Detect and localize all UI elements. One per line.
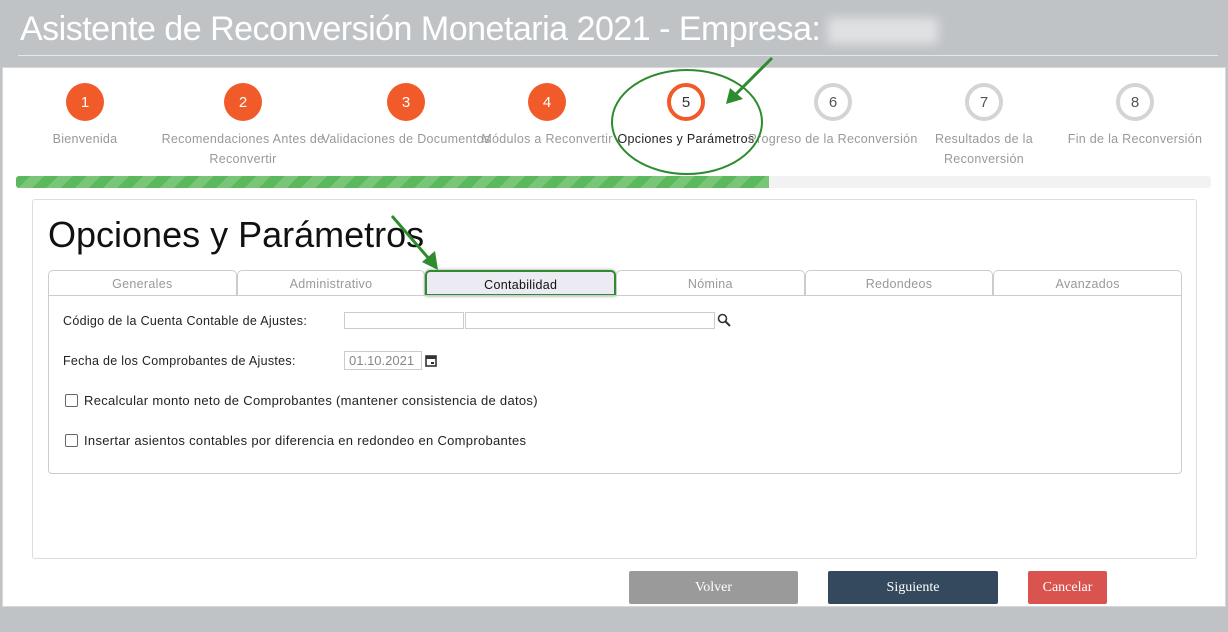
back-button[interactable]: Volver (629, 571, 798, 604)
tab-nomina[interactable]: Nómina (616, 270, 805, 296)
step-number: 2 (224, 83, 262, 121)
step-6: 6 Progreso de la Reconversión (748, 83, 918, 149)
step-5: 5 Opciones y Parámetros (601, 83, 771, 149)
step-7: 7 Resultados de la Reconversión (899, 83, 1069, 169)
step-number: 5 (667, 83, 705, 121)
search-icon[interactable] (717, 313, 731, 327)
recalc-checkbox[interactable] (65, 394, 78, 407)
step-label: Opciones y Parámetros (617, 132, 755, 146)
company-name-redacted (828, 18, 939, 45)
step-label: Resultados de la Reconversión (935, 132, 1033, 166)
tab-avanzados[interactable]: Avanzados (993, 270, 1183, 296)
progress-fill (16, 176, 769, 188)
step-1: 1 Bienvenida (0, 83, 170, 149)
cancel-button[interactable]: Cancelar (1028, 571, 1107, 604)
date-input[interactable]: 01.10.2021 (344, 351, 422, 370)
insert-checkbox[interactable] (65, 434, 78, 447)
date-label: Fecha de los Comprobantes de Ajustes: (63, 354, 296, 368)
account-label: Código de la Cuenta Contable de Ajustes: (63, 314, 308, 328)
step-number: 6 (814, 83, 852, 121)
step-label: Recomendaciones Antes de Reconvertir (161, 132, 325, 166)
account-name-input[interactable] (465, 312, 715, 329)
step-label: Progreso de la Reconversión (748, 132, 918, 146)
step-number: 1 (66, 83, 104, 121)
step-number: 8 (1116, 83, 1154, 121)
step-2: 2 Recomendaciones Antes de Reconvertir (158, 83, 328, 169)
header-divider (18, 55, 1218, 56)
step-label: Fin de la Reconversión (1067, 132, 1203, 146)
wizard-title: Asistente de Reconversión Monetaria 2021… (20, 10, 939, 49)
tab-generales[interactable]: Generales (48, 270, 237, 296)
step-number: 3 (387, 83, 425, 121)
tab-administrativo[interactable]: Administrativo (236, 270, 426, 296)
tab-content: Código de la Cuenta Contable de Ajustes:… (48, 295, 1182, 474)
title-text: Asistente de Reconversión Monetaria 2021… (20, 10, 821, 48)
step-8: 8 Fin de la Reconversión (1050, 83, 1220, 149)
step-number: 7 (965, 83, 1003, 121)
progress-bar (16, 176, 1211, 188)
tab-contabilidad[interactable]: Contabilidad (425, 270, 617, 296)
insert-label: Insertar asientos contables por diferenc… (84, 433, 527, 448)
calendar-icon[interactable] (425, 354, 437, 367)
page-title: Opciones y Parámetros (48, 214, 425, 255)
account-code-input[interactable] (344, 312, 464, 329)
tab-redondeos[interactable]: Redondeos (804, 270, 994, 296)
next-button[interactable]: Siguiente (828, 571, 998, 604)
tab-bar: Generales Administrativo Contabilidad Nómin… (48, 270, 1183, 296)
options-card: Opciones y Parámetros Generales Administr… (32, 199, 1197, 559)
step-label: Bienvenida (52, 132, 118, 146)
step-number: 4 (528, 83, 566, 121)
recalc-label: Recalcular monto neto de Comprobantes (m… (84, 393, 538, 408)
